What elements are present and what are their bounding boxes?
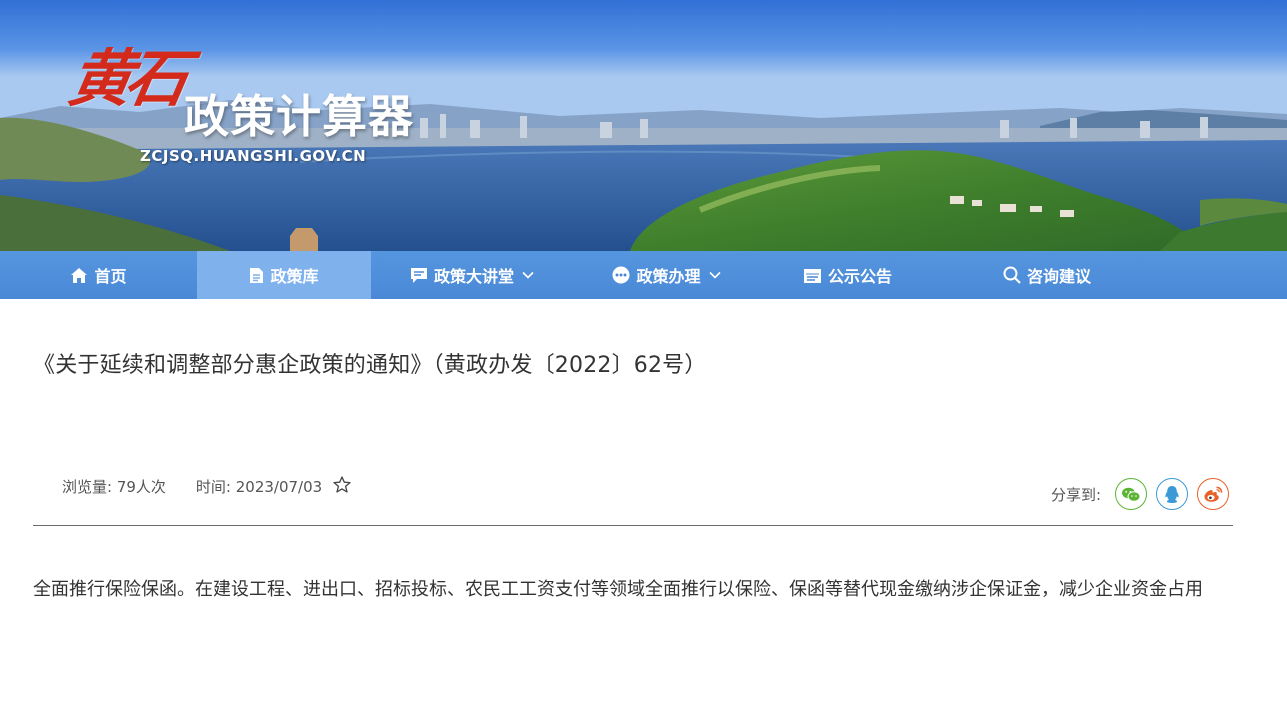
article-body: 全面推行保险保函。在建设工程、进出口、招标投标、农民工工资支付等领域全面推行以保…: [33, 579, 1203, 600]
nav-item-consultation[interactable]: 咨询建议: [935, 251, 1159, 299]
nav-item-policy-lectures[interactable]: 政策大讲堂: [371, 251, 573, 299]
chat-icon: [410, 267, 427, 283]
site-domain: ZCJSQ.HUANGSHI.GOV.CN: [140, 147, 367, 165]
header-banner: 黄石 政策计算器 ZCJSQ.HUANGSHI.GOV.CN: [0, 0, 1287, 251]
meta-divider: [33, 525, 1233, 526]
share-wechat-button[interactable]: [1115, 478, 1147, 510]
favorite-button[interactable]: [333, 476, 351, 497]
chevron-down-icon: [708, 271, 721, 279]
view-count: 浏览量: 79人次: [62, 478, 166, 496]
wechat-icon: [1122, 487, 1141, 502]
dots-bubble-icon: [612, 266, 630, 284]
nav-item-label: 政策大讲堂: [433, 267, 514, 286]
share-bar: 分享到:: [1051, 478, 1229, 510]
nav-item-label: 首页: [94, 267, 127, 286]
star-icon: [333, 476, 351, 493]
nav-item-label: 政策办理: [636, 267, 701, 286]
site-logo[interactable]: 黄石 政策计算器 ZCJSQ.HUANGSHI.GOV.CN: [64, 42, 450, 178]
nav-item-announcements[interactable]: 公示公告: [760, 251, 935, 299]
nav-item-label: 公示公告: [827, 267, 892, 286]
article-meta: 浏览量: 79人次 时间: 2023/07/03: [62, 476, 351, 497]
weibo-icon: [1204, 486, 1223, 502]
nav-item-label: 咨询建议: [1026, 267, 1091, 286]
document-icon: [250, 267, 264, 283]
logo-title: 政策计算器: [184, 90, 415, 143]
home-icon: [71, 267, 88, 283]
logo-calligraphy: 黄石: [63, 42, 189, 115]
share-qq-button[interactable]: [1156, 478, 1188, 510]
nav-item-home[interactable]: 首页: [0, 251, 197, 299]
nav-item-label: 政策库: [270, 267, 319, 286]
chevron-down-icon: [522, 271, 534, 279]
main-nav: 首页 政策库 政策大讲堂 政策办理 公示公告 咨询建议: [0, 251, 1287, 299]
calendar-icon: [803, 268, 821, 283]
search-icon: [1003, 266, 1021, 284]
qq-icon: [1165, 485, 1179, 503]
share-weibo-button[interactable]: [1197, 478, 1229, 510]
nav-item-policy-handling[interactable]: 政策办理: [573, 251, 760, 299]
article-title: 《关于延续和调整部分惠企政策的通知》（黄政办发〔2022〕62号）: [33, 353, 707, 378]
publish-time: 时间: 2023/07/03: [195, 478, 323, 496]
share-label: 分享到:: [1050, 485, 1101, 504]
nav-item-policy-library[interactable]: 政策库: [197, 251, 371, 299]
